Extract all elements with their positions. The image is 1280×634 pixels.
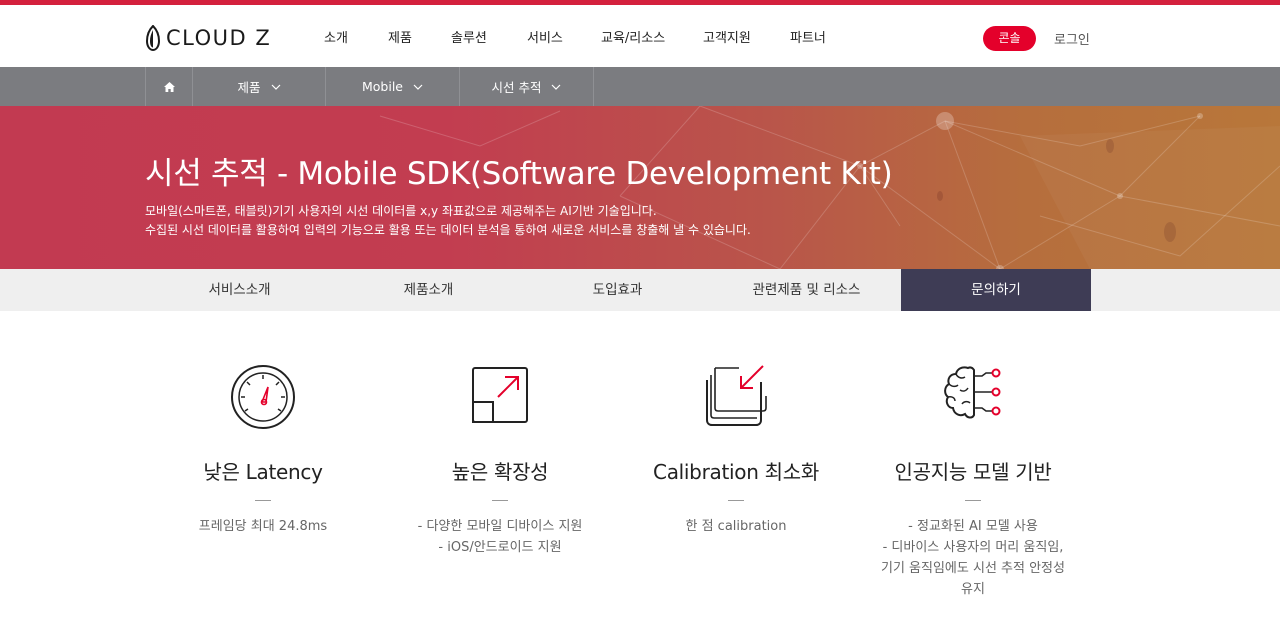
breadcrumb-home[interactable] — [145, 67, 193, 106]
hero-banner: 시선 추적 - Mobile SDK(Software Development … — [0, 106, 1280, 269]
feature-description: - 정교화된 AI 모델 사용 - 디바이스 사용자의 머리 움직임, 기기 움… — [868, 516, 1078, 600]
feature-line: - 디바이스 사용자의 머리 움직임, — [882, 540, 1064, 555]
chevron-down-icon — [552, 84, 561, 90]
nav-item-about[interactable]: 소개 — [324, 27, 348, 46]
logo-mark-icon — [145, 25, 161, 51]
breadcrumb: 제품 Mobile 시선 추적 — [0, 67, 1280, 106]
page-description: 모바일(스마트폰, 태블릿)기기 사용자의 시선 데이터를 x,y 좌표값으로 … — [145, 202, 751, 240]
nav-item-solutions[interactable]: 솔루션 — [451, 27, 487, 46]
feature-line: 기기 움직임에도 시선 추적 안정성 — [881, 561, 1065, 576]
nav-item-partners[interactable]: 파트너 — [790, 27, 826, 46]
home-icon — [163, 81, 175, 92]
tab-contact[interactable]: 문의하기 — [901, 269, 1091, 311]
feature-title: 낮은 Latency — [203, 460, 323, 484]
tab-product-intro[interactable]: 제품소개 — [334, 269, 523, 311]
feature-calibration: Calibration 최소화 한 점 calibration — [631, 360, 841, 537]
login-link[interactable]: 로그인 — [1054, 29, 1090, 48]
page-title: 시선 추적 - Mobile SDK(Software Development … — [145, 156, 893, 192]
chevron-down-icon — [413, 84, 423, 90]
nav-item-services[interactable]: 서비스 — [527, 27, 563, 46]
speedometer-icon — [231, 365, 295, 429]
nav-item-education[interactable]: 교육/리소스 — [601, 27, 665, 46]
nav-item-products[interactable]: 제품 — [388, 27, 412, 46]
section-tab-bar: 서비스소개 제품소개 도입효과 관련제품 및 리소스 문의하기 — [0, 269, 1280, 311]
calibration-icon — [706, 365, 767, 426]
tab-related-resources[interactable]: 관련제품 및 리소스 — [712, 269, 901, 311]
feature-line: 유지 — [961, 582, 985, 597]
feature-description: 프레임당 최대 24.8ms — [158, 516, 368, 537]
description-line: 모바일(스마트폰, 태블릿)기기 사용자의 시선 데이터를 x,y 좌표값으로 … — [145, 204, 657, 218]
feature-line: - 정교화된 AI 모델 사용 — [908, 519, 1038, 534]
breadcrumb-label: 제품 — [237, 80, 261, 95]
feature-low-latency: 낮은 Latency 프레임당 최대 24.8ms — [158, 360, 368, 537]
breadcrumb-label: Mobile — [361, 79, 403, 94]
chevron-down-icon — [271, 84, 280, 90]
feature-line: 프레임당 최대 24.8ms — [198, 519, 328, 534]
breadcrumb-item-products[interactable]: 제품 — [193, 67, 326, 106]
logo-text: CLOUD Z — [166, 26, 272, 50]
breadcrumb-item-mobile[interactable]: Mobile — [326, 67, 460, 106]
logo[interactable]: CLOUD Z — [145, 25, 271, 51]
feature-title: Calibration 최소화 — [653, 460, 819, 484]
feature-ai-model: 인공지능 모델 기반 - 정교화된 AI 모델 사용 - 디바이스 사용자의 머… — [868, 360, 1078, 600]
ai-brain-icon — [944, 366, 1001, 419]
site-header: CLOUD Z 소개 제품 솔루션 서비스 교육/리소스 고객지원 파트너 콘솔… — [0, 5, 1280, 67]
nav-item-support[interactable]: 고객지원 — [703, 27, 751, 46]
feature-divider — [965, 500, 981, 501]
breadcrumb-item-eye-tracking[interactable]: 시선 추적 — [460, 67, 594, 106]
feature-title: 인공지능 모델 기반 — [894, 460, 1052, 484]
description-line: 수집된 시선 데이터를 활용하여 입력의 기능으로 활용 또는 데이터 분석을 … — [145, 223, 751, 237]
feature-divider — [255, 500, 271, 501]
expand-arrow-icon — [472, 367, 528, 423]
feature-divider — [728, 500, 744, 501]
feature-line: - iOS/안드로이드 지원 — [438, 540, 562, 555]
console-button[interactable]: 콘솔 — [983, 26, 1036, 51]
feature-divider — [492, 500, 508, 501]
feature-description: - 다양한 모바일 디바이스 지원 - iOS/안드로이드 지원 — [395, 516, 605, 558]
tab-service-intro[interactable]: 서비스소개 — [145, 269, 334, 311]
feature-title: 높은 확장성 — [451, 460, 549, 484]
feature-line: - 다양한 모바일 디바이스 지원 — [417, 519, 583, 534]
feature-line: 한 점 calibration — [685, 519, 787, 534]
breadcrumb-label: 시선 추적 — [491, 80, 542, 95]
tab-benefits[interactable]: 도입효과 — [523, 269, 712, 311]
feature-description: 한 점 calibration — [631, 516, 841, 537]
feature-scalability: 높은 확장성 - 다양한 모바일 디바이스 지원 - iOS/안드로이드 지원 — [395, 360, 605, 558]
